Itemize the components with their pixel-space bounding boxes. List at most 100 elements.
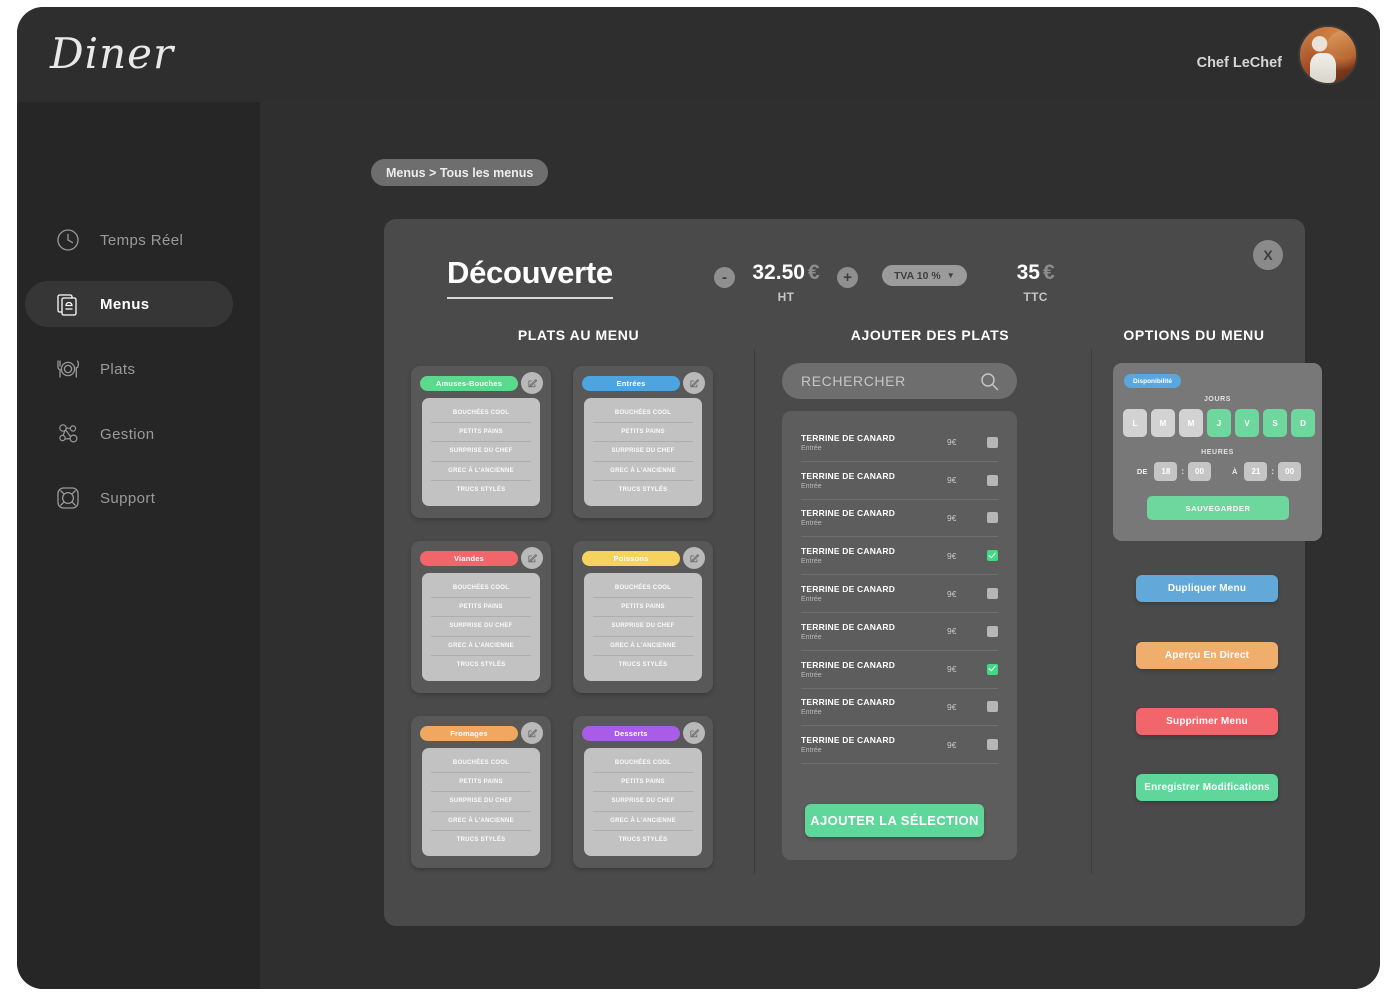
- day-toggle[interactable]: S: [1263, 409, 1287, 437]
- dish-card-list: BOUCHÉES COOL PETITS PAINS SURPRISE DU CHE…: [584, 748, 702, 856]
- dish-row-texts: TERRINE DE CANARD Entrée: [801, 471, 947, 490]
- add-selection-button[interactable]: AJOUTER LA SÉLECTION: [805, 804, 984, 837]
- action-button[interactable]: Supprimer Menu: [1136, 708, 1278, 735]
- price-controls: - 32.50 € HT + TVA 10 % ▼ 35 € TTC: [714, 261, 1087, 304]
- day-toggle[interactable]: V: [1235, 409, 1259, 437]
- management-network-icon: [52, 418, 84, 450]
- chevron-down-icon: ▼: [946, 271, 955, 280]
- category-pill[interactable]: Desserts: [582, 726, 680, 741]
- day-toggle[interactable]: J: [1207, 409, 1231, 437]
- menu-options-column: Disponibilité JOURS LMMJVSD HEURES DE 18…: [1091, 327, 1322, 912]
- dish-row-checkbox[interactable]: [987, 588, 998, 600]
- dish-row[interactable]: TERRINE DE CANARD Entrée 9€: [801, 651, 998, 689]
- search-input[interactable]: RECHERCHER: [782, 363, 1017, 399]
- dish-card[interactable]: Poissons BOUCHÉES COOL PETITS PAINS SURPRIS…: [573, 541, 713, 693]
- dish-row-checkbox[interactable]: [987, 663, 998, 675]
- dish-row-category: Entrée: [801, 444, 822, 452]
- category-pill[interactable]: Viandes: [420, 551, 518, 566]
- price-increment-button[interactable]: +: [837, 267, 858, 288]
- save-availability-button[interactable]: SAUVEGARDER: [1147, 496, 1289, 520]
- dish-card-list-item: BOUCHÉES COOL: [431, 404, 531, 424]
- day-toggle[interactable]: M: [1179, 409, 1203, 437]
- action-button[interactable]: Enregistrer Modifications: [1136, 774, 1278, 801]
- dish-row-checkbox[interactable]: [987, 436, 998, 448]
- sidebar-item-menus[interactable]: Menus: [25, 281, 233, 327]
- sidebar-item-temps-reel[interactable]: Temps Réel: [25, 217, 233, 263]
- day-toggle[interactable]: L: [1123, 409, 1147, 437]
- dish-selection-panel: TERRINE DE CANARD Entrée 9€ TERRINE DE CANA…: [782, 411, 1017, 860]
- category-pill[interactable]: Fromages: [420, 726, 518, 741]
- action-button[interactable]: Aperçu En Direct: [1136, 642, 1278, 669]
- edit-icon[interactable]: [521, 372, 543, 394]
- dish-row-texts: TERRINE DE CANARD Entrée: [801, 546, 947, 565]
- dish-row-price: 9€: [947, 701, 957, 712]
- avatar-image-detail-2: [1328, 31, 1356, 57]
- close-icon[interactable]: X: [1253, 240, 1283, 270]
- dish-card-list-item: GREC À L'ANCIENNE: [431, 812, 531, 831]
- price-ttc-value: 35 €: [1016, 261, 1055, 284]
- hours-from-hour-input[interactable]: 18: [1154, 462, 1178, 481]
- edit-icon[interactable]: [521, 722, 543, 744]
- dish-row-checkbox[interactable]: [987, 550, 998, 562]
- dish-row-checkbox[interactable]: [987, 625, 998, 637]
- dish-row[interactable]: TERRINE DE CANARD Entrée 9€: [801, 726, 998, 765]
- dish-row-checkbox[interactable]: [987, 474, 998, 486]
- dish-row-texts: TERRINE DE CANARD Entrée: [801, 584, 947, 603]
- dish-card[interactable]: Amuses-Bouches BOUCHÉES COOL PETITS PAINS S…: [411, 366, 551, 518]
- dish-card-list-item: TRUCS STYLÉS: [618, 837, 668, 844]
- price-decrement-button[interactable]: -: [714, 267, 735, 288]
- category-pill[interactable]: Entrées: [582, 376, 680, 391]
- edit-icon[interactable]: [521, 547, 543, 569]
- tva-dropdown[interactable]: TVA 10 % ▼: [882, 265, 967, 286]
- day-toggle[interactable]: M: [1151, 409, 1175, 437]
- action-button[interactable]: Dupliquer Menu: [1136, 575, 1278, 602]
- dish-card-list: BOUCHÉES COOL PETITS PAINS SURPRISE DU CHE…: [584, 398, 702, 506]
- page-title: Découverte: [447, 255, 613, 299]
- search-icon[interactable]: [980, 372, 999, 396]
- dish-row-checkbox[interactable]: [987, 701, 998, 713]
- dish-card[interactable]: Viandes BOUCHÉES COOL PETITS PAINS SURPRISE…: [411, 541, 551, 693]
- app-window: Diner Chef LeChef Temps Réel Menus Plats…: [17, 7, 1380, 989]
- dish-row-name: TERRINE DE CANARD: [801, 508, 896, 519]
- breadcrumb[interactable]: Menus > Tous les menus: [371, 159, 549, 186]
- dish-card-list-item: BOUCHÉES COOL: [593, 579, 693, 599]
- dish-card-list: BOUCHÉES COOL PETITS PAINS SURPRISE DU CHE…: [422, 573, 540, 681]
- edit-icon[interactable]: [683, 547, 705, 569]
- dish-row[interactable]: TERRINE DE CANARD Entrée 9€: [801, 537, 998, 576]
- column-title-plats-au-menu: PLATS AU MENU: [517, 327, 640, 343]
- dish-row[interactable]: TERRINE DE CANARD Entrée 9€: [801, 613, 998, 651]
- sidebar-item-plats[interactable]: Plats: [25, 346, 233, 392]
- dish-card-list-item: PETITS PAINS: [431, 423, 531, 443]
- edit-icon[interactable]: [683, 372, 705, 394]
- dish-card[interactable]: Desserts BOUCHÉES COOL PETITS PAINS SURPRIS…: [573, 716, 713, 868]
- dish-row[interactable]: TERRINE DE CANARD Entrée 9€: [801, 689, 998, 727]
- dish-row[interactable]: TERRINE DE CANARD Entrée 9€: [801, 575, 998, 613]
- dish-card-list-item: BOUCHÉES COOL: [431, 754, 531, 774]
- main-content: Menus > Tous les menus X Découverte - 32…: [260, 102, 1380, 989]
- app-logo: Diner: [50, 29, 175, 78]
- dish-card-list-item: SURPRISE DU CHEF: [431, 617, 531, 637]
- day-toggle[interactable]: D: [1291, 409, 1315, 437]
- dish-card[interactable]: Fromages BOUCHÉES COOL PETITS PAINS SURPRIS…: [411, 716, 551, 868]
- dish-row-price: 9€: [947, 512, 957, 523]
- avatar[interactable]: [1298, 25, 1358, 85]
- dish-row[interactable]: TERRINE DE CANARD Entrée 9€: [801, 462, 998, 500]
- category-pill[interactable]: Amuses-Bouches: [420, 376, 518, 391]
- dish-row-checkbox[interactable]: [987, 512, 998, 524]
- availability-badge[interactable]: Disponibilité: [1124, 374, 1181, 388]
- dish-row[interactable]: TERRINE DE CANARD Entrée 9€: [801, 500, 998, 538]
- dish-card-list-item: PETITS PAINS: [431, 598, 531, 618]
- sidebar-item-support[interactable]: Support: [25, 475, 233, 521]
- dish-row[interactable]: TERRINE DE CANARD Entrée 9€: [801, 424, 998, 462]
- lifebuoy-icon: [52, 482, 84, 514]
- hours-to-minute-input[interactable]: 00: [1278, 462, 1302, 481]
- dish-row-name: TERRINE DE CANARD: [801, 659, 896, 670]
- dish-row-checkbox[interactable]: [987, 739, 998, 751]
- hours-from-minute-input[interactable]: 00: [1188, 462, 1211, 481]
- sidebar-item-gestion[interactable]: Gestion: [25, 411, 233, 457]
- search-placeholder: RECHERCHER: [801, 373, 906, 389]
- hours-to-hour-input[interactable]: 21: [1244, 462, 1268, 481]
- category-pill[interactable]: Poissons: [582, 551, 680, 566]
- edit-icon[interactable]: [683, 722, 705, 744]
- dish-card[interactable]: Entrées BOUCHÉES COOL PETITS PAINS SURPRISE…: [573, 366, 713, 518]
